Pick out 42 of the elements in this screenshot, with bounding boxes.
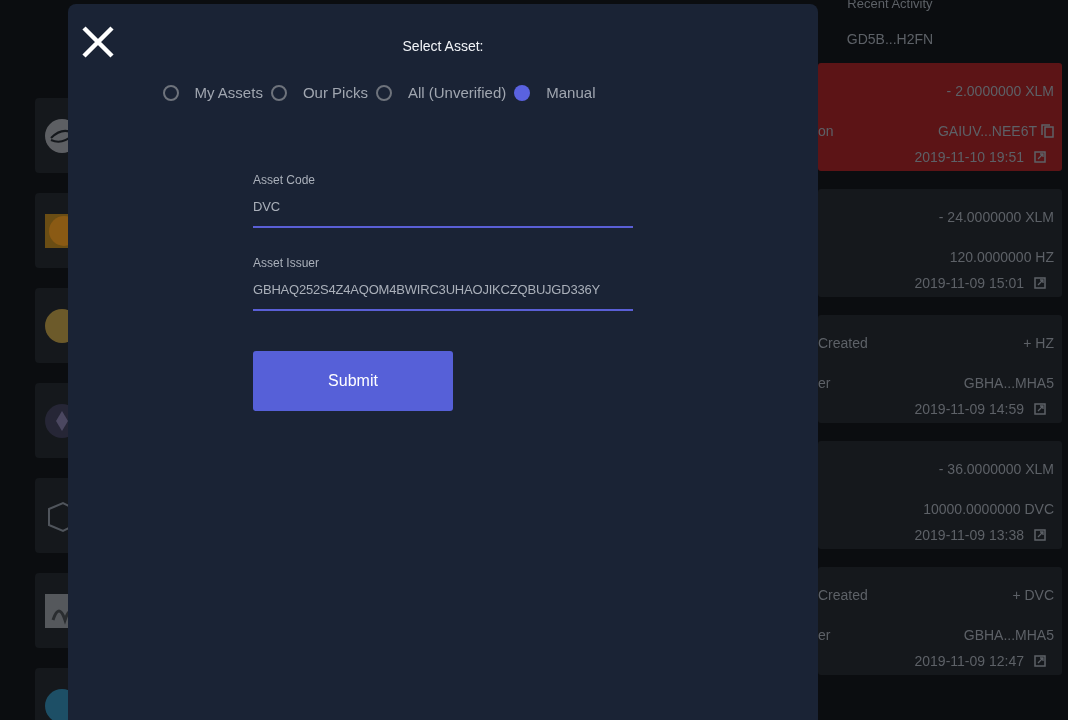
date-text: 2019-11-09 14:59 — [914, 401, 1024, 417]
external-link-icon[interactable] — [1034, 277, 1046, 289]
input-field[interactable]: DVC — [253, 189, 633, 228]
submit-button[interactable]: Submit — [253, 351, 453, 411]
external-link-icon[interactable] — [1034, 655, 1046, 667]
external-link-icon[interactable] — [1034, 529, 1046, 541]
radio-icon[interactable] — [375, 84, 392, 101]
radio-option[interactable]: Our Picks — [270, 84, 368, 101]
external-link-icon[interactable] — [1034, 151, 1046, 163]
row-label: Created — [818, 335, 868, 351]
amount-text: - 36.0000000 XLM — [938, 461, 1054, 477]
external-link-icon[interactable] — [1034, 403, 1046, 415]
radio-icon[interactable] — [270, 84, 287, 101]
close-icon[interactable] — [81, 25, 115, 59]
amount-text: + DVC — [1012, 587, 1054, 603]
input-field[interactable]: GBHAQ252S4Z4AQOM4BWIRC3UHAOJIKCZQBUJGD336Y — [253, 272, 633, 311]
value-text: GBHA...MHA5 — [963, 627, 1054, 643]
row-label: on — [818, 123, 834, 139]
value-text: GAIUV...NEE6T — [937, 123, 1037, 139]
date-text: 2019-11-09 15:01 — [914, 275, 1024, 291]
field-label: Asset Code — [253, 173, 317, 187]
amount-text: + HZ — [1023, 335, 1054, 351]
date-text: 2019-11-10 19:51 — [914, 149, 1024, 165]
dialog-title: Select Asset: — [402, 38, 484, 54]
radio-option[interactable]: My Assets — [162, 84, 263, 101]
field-label: Asset Issuer — [253, 256, 321, 270]
account-address: GD5B...H2FN — [845, 31, 935, 47]
date-text: 2019-11-09 13:38 — [914, 527, 1024, 543]
date-text: 2019-11-09 12:47 — [914, 653, 1024, 669]
radio-icon[interactable] — [162, 84, 179, 101]
radio-icon[interactable] — [514, 84, 531, 101]
row-label: er — [818, 375, 831, 391]
radio-option[interactable]: Manual — [514, 84, 596, 101]
row-label: er — [818, 627, 831, 643]
amount-text: - 24.0000000 XLM — [938, 209, 1054, 225]
amount-text: - 2.0000000 XLM — [946, 83, 1054, 99]
value-text: 10000.0000000 DVC — [923, 501, 1054, 517]
radio-option[interactable]: All (Unverified) — [375, 84, 507, 101]
value-text: 120.0000000 HZ — [949, 249, 1054, 265]
copy-icon[interactable] — [1041, 124, 1054, 138]
row-label: Created — [818, 587, 868, 603]
value-text: GBHA...MHA5 — [963, 375, 1054, 391]
